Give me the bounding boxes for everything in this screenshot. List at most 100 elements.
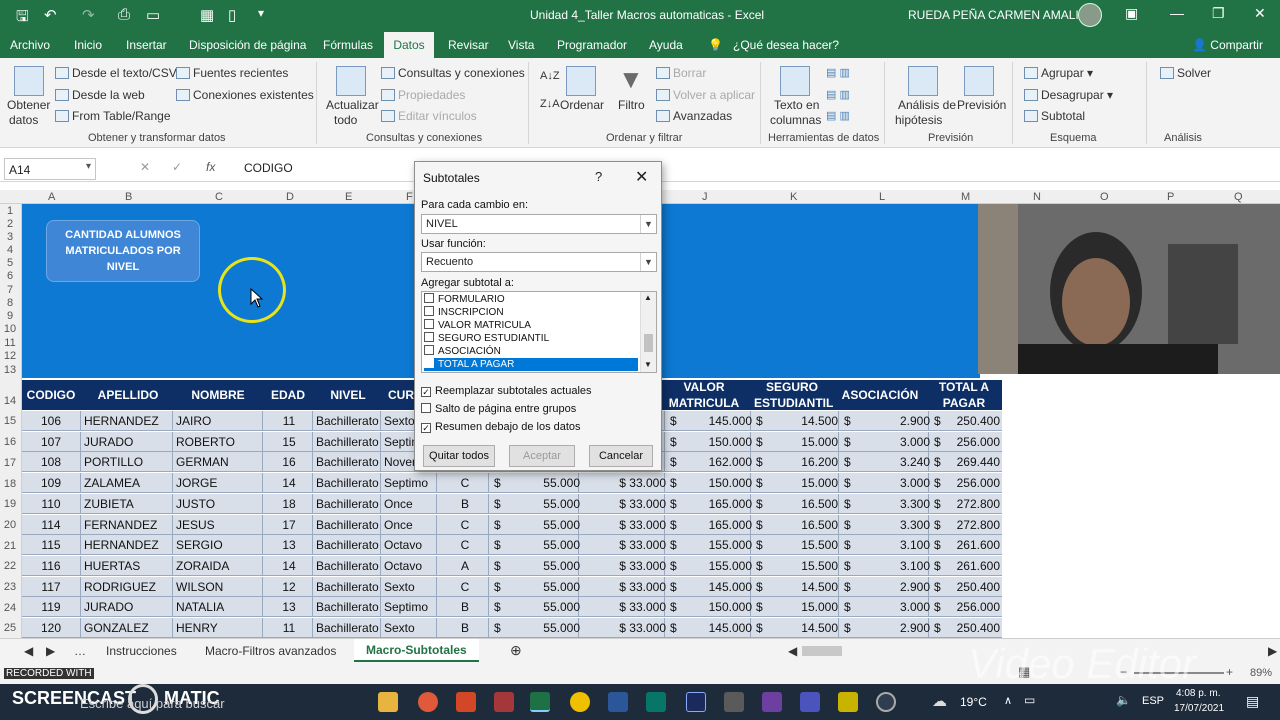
list-item[interactable]: VALOR MATRICULA [424, 319, 638, 332]
header-asociacion[interactable]: ASOCIACIÓN [838, 388, 922, 402]
table-cell[interactable]: ZALAMEA [84, 476, 174, 490]
table-cell[interactable]: 3.300 [840, 518, 930, 532]
row-header[interactable]: 22 [0, 560, 20, 572]
tab-datos[interactable]: Datos [384, 32, 434, 58]
table-cell[interactable]: SERGIO [176, 538, 264, 552]
row-header[interactable]: 12 [0, 350, 20, 362]
table-cell[interactable]: $ [494, 559, 510, 573]
option-reemplazar[interactable]: ✓ Reemplazar subtotales actuales [421, 385, 592, 397]
header-seguro[interactable]: SEGURO [754, 380, 830, 394]
empty-cells[interactable] [1004, 378, 1268, 636]
table-cell[interactable]: 55.000 [512, 621, 580, 635]
tab-archivo[interactable]: Archivo [10, 38, 50, 52]
tab-formulas[interactable]: Fórmulas [323, 38, 373, 52]
table-cell[interactable]: 117 [26, 580, 76, 594]
option-salto[interactable]: Salto de página entre grupos [421, 403, 576, 415]
tab-nav-left-icon[interactable]: ◀ [24, 644, 33, 658]
table-cell[interactable]: 3.000 [840, 435, 930, 449]
chevron-down-icon[interactable]: ▼ [640, 215, 656, 233]
table-cell[interactable]: 3.100 [840, 538, 930, 552]
table-cell[interactable]: 55.000 [512, 476, 580, 490]
tab-inicio[interactable]: Inicio [74, 38, 102, 52]
table-cell[interactable]: 17 [264, 518, 314, 532]
row-header[interactable]: 11 [0, 337, 20, 349]
table-cell[interactable]: 2.900 [840, 580, 930, 594]
table-cell[interactable]: 14.500 [752, 580, 838, 594]
checkbox[interactable] [424, 358, 434, 368]
input-language[interactable]: ESP [1142, 695, 1164, 707]
sheet-tab-instrucciones[interactable]: Instrucciones [106, 644, 177, 658]
col-header[interactable]: O [1100, 191, 1109, 203]
texto-columnas-button[interactable]: Texto en [774, 98, 819, 112]
row-header[interactable]: 2 [0, 218, 20, 230]
editar-vinculos-button[interactable]: Editar vínculos [381, 109, 477, 123]
ribbon-display-icon[interactable]: ▣ [1125, 5, 1138, 22]
row-header[interactable]: 3 [0, 231, 20, 243]
table-cell[interactable]: JUSTO [176, 497, 264, 511]
table-cell[interactable]: Septimo [384, 476, 438, 490]
help-icon[interactable]: ? [595, 169, 602, 184]
table-cell[interactable]: 18 [264, 497, 314, 511]
row-header[interactable]: 17 [0, 457, 20, 469]
header-edad[interactable]: EDAD [266, 388, 310, 402]
table-cell[interactable]: 119 [26, 600, 76, 614]
actualizar-todo-label2[interactable]: todo [334, 113, 357, 127]
table-cell[interactable]: 250.400 [932, 580, 1000, 594]
table-cell[interactable]: JURADO [84, 600, 174, 614]
table-cell[interactable]: $ 33.000 [580, 580, 666, 594]
add-sheet-icon[interactable]: ⊕ [510, 642, 522, 659]
row-header[interactable]: 7 [0, 284, 20, 296]
table-cell[interactable]: $ 33.000 [580, 497, 666, 511]
data-validation-icon[interactable]: ▤ ▥ [826, 109, 850, 122]
scroll-down-icon[interactable]: ▼ [644, 360, 652, 369]
header-nombre[interactable]: NOMBRE [178, 388, 258, 402]
table-cell[interactable]: 16.200 [752, 455, 838, 469]
col-header[interactable]: Q [1234, 191, 1243, 203]
checkbox[interactable] [424, 293, 434, 303]
table-cell[interactable]: 107 [26, 435, 76, 449]
row-header[interactable]: 15 [0, 415, 20, 427]
checkbox[interactable] [424, 319, 434, 329]
clock-time[interactable]: 4:08 p. m. [1176, 688, 1220, 699]
sort-az-icon[interactable]: A↓Z [540, 70, 560, 82]
table-cell[interactable]: JURADO [84, 435, 174, 449]
file-explorer-icon[interactable] [378, 692, 398, 712]
table-cell[interactable]: Octavo [384, 538, 438, 552]
confirm-formula-icon[interactable]: ✓ [172, 160, 182, 174]
dialog-close-icon[interactable]: ✕ [635, 167, 648, 187]
col-header[interactable]: A [48, 191, 55, 203]
table-cell[interactable]: 250.400 [932, 414, 1000, 428]
header-apellido[interactable]: APELLIDO [88, 388, 168, 402]
table-cell[interactable]: 150.000 [666, 476, 752, 490]
open-icon[interactable]: ▭ [146, 6, 160, 24]
remove-duplicates-icon[interactable]: ▤ ▥ [826, 88, 850, 101]
tab-insertar[interactable]: Insertar [126, 38, 167, 52]
checkbox-checked[interactable]: ✓ [421, 387, 431, 397]
list-item[interactable]: ASOCIACIÓN [424, 345, 638, 358]
table-cell[interactable]: Octavo [384, 559, 438, 573]
col-header[interactable]: E [345, 191, 352, 203]
table-cell[interactable]: Sexto [384, 621, 438, 635]
minimize-icon[interactable]: — [1170, 5, 1184, 21]
header-total-2[interactable]: PAGAR [930, 396, 998, 410]
chevron-down-icon[interactable]: ▼ [640, 253, 656, 271]
table-cell[interactable]: 12 [264, 580, 314, 594]
table-cell[interactable]: 269.440 [932, 455, 1000, 469]
agrupar-button[interactable]: Agrupar ▾ [1024, 66, 1093, 80]
app-icon[interactable] [418, 692, 438, 712]
table-cell[interactable]: JESUS [176, 518, 264, 532]
from-table-button[interactable]: From Table/Range [55, 109, 171, 123]
list-item-selected[interactable]: TOTAL A PAGAR [424, 358, 638, 371]
table-cell[interactable]: ZUBIETA [84, 497, 174, 511]
table-cell[interactable]: HERNANDEZ [84, 538, 174, 552]
redo-icon[interactable]: ↷ [82, 6, 95, 24]
table-cell[interactable]: 16 [264, 455, 314, 469]
table-cell[interactable]: 55.000 [512, 518, 580, 532]
checkbox[interactable] [424, 332, 434, 342]
table-cell[interactable]: Bachillerato [316, 559, 382, 573]
table-cell[interactable]: 110 [26, 497, 76, 511]
undo-icon[interactable]: ↶ [44, 6, 57, 24]
table-cell[interactable]: 272.800 [932, 518, 1000, 532]
hscroll-left-icon[interactable]: ◀ [788, 644, 797, 658]
row-header[interactable]: 20 [0, 519, 20, 531]
